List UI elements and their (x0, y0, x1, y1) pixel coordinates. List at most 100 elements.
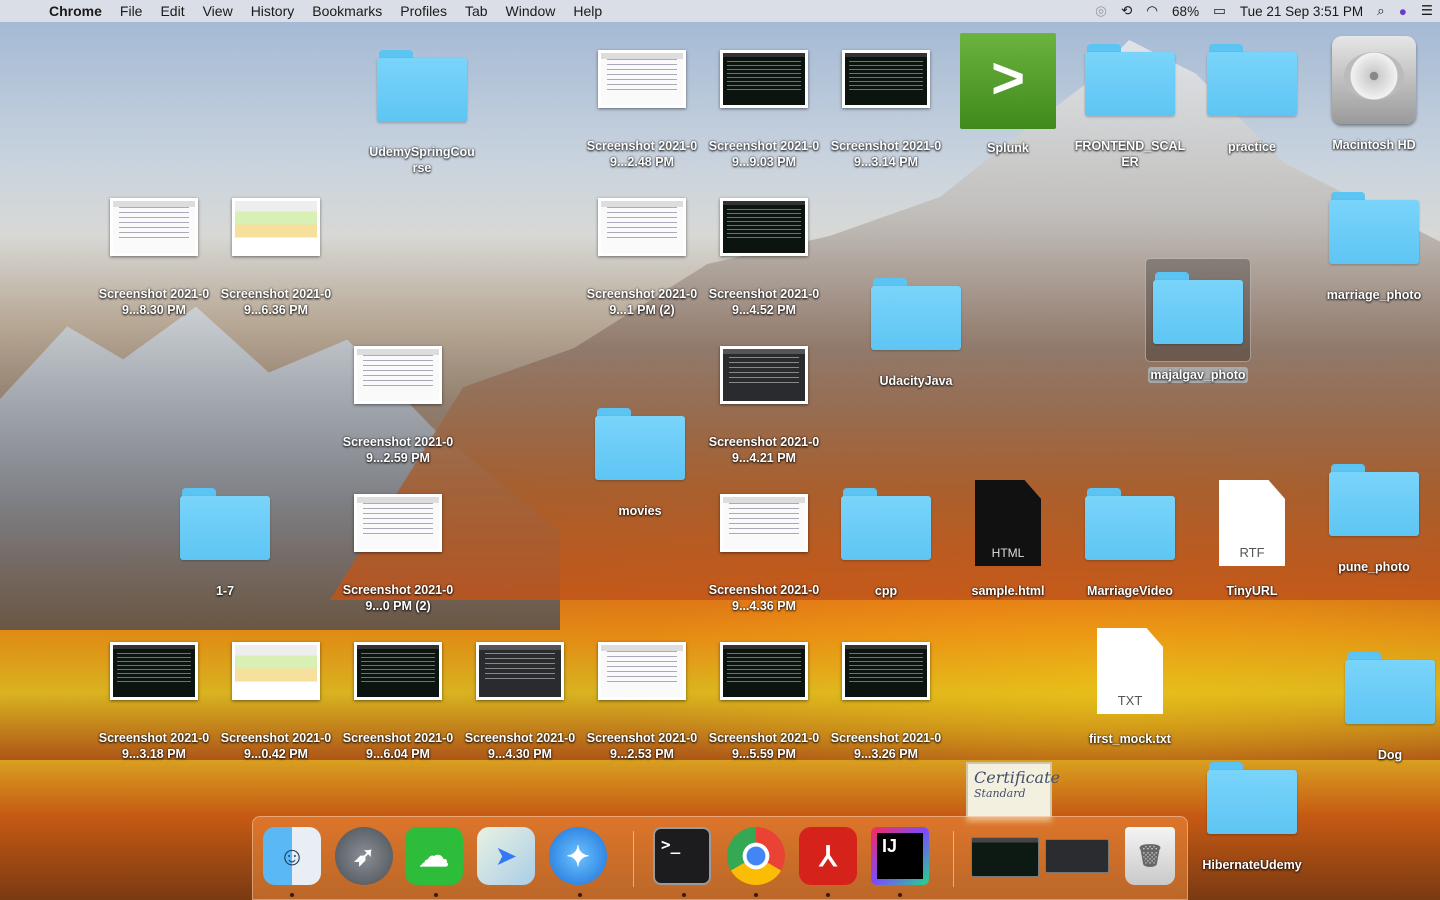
screenshot-file[interactable]: Screenshot 2021-09...4.52 PM (703, 198, 825, 319)
screenshot-file[interactable]: Screenshot 2021-09...4.30 PM (459, 642, 581, 763)
trash-icon[interactable]: 🗑 (1125, 827, 1175, 885)
file-label-selected: majalgav_photo (1148, 367, 1248, 383)
file-label: Screenshot 2021-09...0 PM (2) (342, 583, 454, 613)
menu-view[interactable]: View (194, 3, 242, 19)
running-indicator (826, 893, 830, 897)
folder-icon (377, 50, 467, 122)
cloud-app-icon[interactable]: ☁ (405, 827, 463, 885)
launchpad-icon[interactable]: ➶ (335, 827, 393, 885)
screenshot-file[interactable]: Screenshot 2021-09...3.26 PM (825, 642, 947, 763)
menu-file[interactable]: File (111, 3, 152, 19)
folder-movies[interactable]: movies (579, 408, 701, 520)
screenshot-thumbnail (842, 642, 930, 700)
safari-icon[interactable]: ✦ (549, 827, 607, 885)
screenshot-thumbnail (598, 642, 686, 700)
folder-icon (1329, 464, 1419, 536)
intellij-icon[interactable]: IJ (871, 827, 929, 885)
chrome-icon[interactable] (727, 827, 785, 885)
menu-app-name[interactable]: Chrome (40, 3, 111, 19)
folder-majalgav-photo[interactable]: majalgav_photo (1137, 272, 1259, 384)
file-sample-html[interactable]: HTML sample.html (947, 480, 1069, 600)
notification-center-icon[interactable]: ☰ (1414, 3, 1440, 19)
screenshot-file[interactable]: Screenshot 2021-09...3.14 PM (825, 50, 947, 171)
certificate-subtitle: Standard (974, 787, 1026, 800)
folder-dog[interactable]: Dog (1329, 652, 1440, 764)
folder-1-7[interactable]: 1-7 (164, 488, 286, 600)
wifi-icon[interactable]: ◠ (1139, 3, 1165, 19)
screenshot-file[interactable]: Screenshot 2021-09...2.59 PM (337, 346, 459, 467)
finder-icon[interactable]: ☺ (263, 827, 321, 885)
file-label: Splunk (987, 141, 1029, 155)
folder-marriage-photo[interactable]: marriage_photo (1313, 192, 1435, 304)
screenshot-file[interactable]: Screenshot 2021-09...4.36 PM (703, 494, 825, 615)
screenshot-file[interactable]: Screenshot 2021-09...8.30 PM (93, 198, 215, 319)
screenshot-file[interactable]: Screenshot 2021-09...2.48 PM (581, 50, 703, 171)
file-label: Screenshot 2021-09...2.59 PM (342, 435, 454, 465)
terminal-icon[interactable]: >_ (653, 827, 711, 885)
screenshot-thumbnail (598, 50, 686, 108)
minimized-terminal-window[interactable] (971, 837, 1039, 877)
folder-frontend-scaler[interactable]: FRONTEND_SCALER (1069, 44, 1191, 171)
file-first-mock-txt[interactable]: TXT first_mock.txt (1069, 628, 1191, 748)
screenshot-file[interactable]: Screenshot 2021-09...6.04 PM (337, 642, 459, 763)
screenshot-thumbnail (720, 494, 808, 552)
screenshot-file[interactable]: Screenshot 2021-09...5.59 PM (703, 642, 825, 763)
folder-cpp[interactable]: cpp (825, 488, 947, 600)
screenshot-file[interactable]: Screenshot 2021-09...6.36 PM (215, 198, 337, 319)
certificate-file-icon[interactable]: Certificate Standard (966, 762, 1060, 822)
folder-practice[interactable]: practice (1191, 44, 1313, 156)
file-label: Screenshot 2021-09...3.14 PM (830, 139, 942, 169)
file-label: Screenshot 2021-09...4.36 PM (708, 583, 820, 613)
menu-help[interactable]: Help (564, 3, 611, 19)
file-label: movies (618, 504, 662, 518)
folder-icon (595, 408, 685, 480)
screenshot-file[interactable]: Screenshot 2021-09...2.53 PM (581, 642, 703, 763)
screenshot-file[interactable]: Screenshot 2021-09...0 PM (2) (337, 494, 459, 615)
maps-icon[interactable]: ➤ (477, 827, 535, 885)
screenshot-file[interactable]: Screenshot 2021-09...9.03 PM (703, 50, 825, 171)
screenshot-file[interactable]: Screenshot 2021-09...1 PM (2) (581, 198, 703, 319)
battery-icon[interactable]: ▭ (1206, 3, 1233, 19)
screenshot-thumbnail (720, 50, 808, 108)
siri-icon[interactable]: ● (1392, 4, 1414, 19)
folder-pune-photo[interactable]: pune_photo (1313, 464, 1435, 576)
spotlight-search-icon[interactable]: ⌕ (1370, 3, 1392, 19)
menu-profiles[interactable]: Profiles (391, 3, 456, 19)
folder-udacityjava[interactable]: UdacityJava (855, 278, 977, 390)
folder-icon (1153, 272, 1243, 344)
clock[interactable]: Tue 21 Sep 3:51 PM (1233, 4, 1370, 19)
running-indicator (434, 893, 438, 897)
screenshot-thumbnail (842, 50, 930, 108)
file-label: Screenshot 2021-09...4.52 PM (708, 287, 820, 317)
grammarly-icon[interactable]: ◎ (1088, 3, 1114, 19)
screenshot-file[interactable]: Screenshot 2021-09...3.18 PM (93, 642, 215, 763)
disk-macintosh-hd[interactable]: Macintosh HD (1313, 36, 1435, 154)
splunk-alias[interactable]: > Splunk (947, 33, 1069, 157)
folder-icon (1207, 44, 1297, 116)
file-label: Screenshot 2021-09...8.30 PM (98, 287, 210, 317)
acrobat-icon[interactable]: ⅄ (799, 827, 857, 885)
menu-edit[interactable]: Edit (151, 3, 193, 19)
menu-tab[interactable]: Tab (456, 3, 497, 19)
menu-window[interactable]: Window (497, 3, 565, 19)
folder-icon (1085, 488, 1175, 560)
menu-bookmarks[interactable]: Bookmarks (303, 3, 391, 19)
file-label: pune_photo (1338, 560, 1410, 574)
file-label: Dog (1377, 748, 1403, 762)
folder-hibernateudemy[interactable]: HibernateUdemy (1191, 762, 1313, 874)
file-label: Screenshot 2021-09...5.59 PM (708, 731, 820, 761)
file-label: Screenshot 2021-09...2.48 PM (586, 139, 698, 169)
screenshot-thumbnail (110, 642, 198, 700)
folder-udemyspringcourse[interactable]: UdemySpringCourse (361, 50, 483, 177)
battery-percent[interactable]: 68% (1165, 4, 1206, 19)
minimized-intellij-window[interactable] (1045, 839, 1109, 873)
screenshot-file[interactable]: Screenshot 2021-09...4.21 PM (703, 346, 825, 467)
screenshot-file[interactable]: Screenshot 2021-09...0.42 PM (215, 642, 337, 763)
time-machine-icon[interactable]: ⟲ (1114, 3, 1139, 19)
folder-marriagevideo[interactable]: MarriageVideo (1069, 488, 1191, 600)
file-tinyurl-rtf[interactable]: RTF TinyURL (1191, 480, 1313, 600)
screenshot-thumbnail (598, 198, 686, 256)
dock-separator (953, 831, 954, 887)
menu-history[interactable]: History (242, 3, 304, 19)
screenshot-thumbnail (354, 346, 442, 404)
